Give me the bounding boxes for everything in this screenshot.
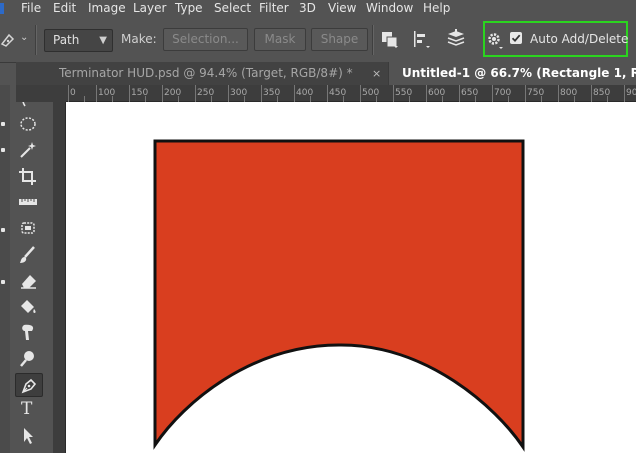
menu-3d[interactable]: 3D: [299, 0, 316, 17]
toolbox-column-fragment: [1, 148, 5, 152]
crop-icon: [19, 168, 36, 185]
ruler-tick: [492, 85, 493, 102]
spot-healing-tool[interactable]: [15, 217, 41, 239]
menu-edit[interactable]: Edit: [53, 0, 76, 17]
ruler-corner: [16, 85, 66, 102]
make-mask-button[interactable]: Mask: [254, 28, 306, 51]
ruler-label: 0: [70, 88, 76, 98]
make-shape-button[interactable]: Shape: [311, 28, 368, 51]
tool-mode-select[interactable]: Path ▼: [44, 29, 113, 52]
toolbox-column-fragment: [1, 280, 5, 284]
paint-bucket-icon: [21, 300, 36, 313]
make-selection-button[interactable]: Selection...: [163, 28, 248, 51]
ruler-tick: [195, 85, 196, 102]
ruler-tick: [360, 85, 361, 102]
ruler-tick: [459, 85, 460, 102]
document-canvas[interactable]: [66, 102, 636, 453]
ruler-tick: [96, 85, 97, 102]
vertical-ruler[interactable]: [53, 102, 66, 453]
ruler-tick: [558, 85, 559, 102]
path-arrangement-icon[interactable]: [445, 28, 467, 54]
tab-label: Terminator HUD.psd @ 94.4% (Target, RGB/…: [59, 66, 353, 80]
ruler-tick: [261, 85, 262, 102]
divider: [372, 25, 374, 55]
tab-terminator-hud[interactable]: Terminator HUD.psd @ 94.4% (Target, RGB/…: [16, 62, 388, 85]
divider: [35, 25, 37, 55]
chevron-down-icon: ▼: [99, 35, 107, 46]
paint-bucket-tool[interactable]: [15, 295, 41, 317]
ruler-tick: [162, 85, 163, 102]
menu-view[interactable]: View: [328, 0, 356, 17]
crop-tool[interactable]: [15, 165, 41, 187]
ruler-icon: [19, 199, 37, 205]
menu-file[interactable]: File: [21, 0, 41, 17]
close-icon[interactable]: ×: [372, 62, 381, 85]
menu-layer[interactable]: Layer: [133, 0, 166, 17]
ruler-tick: [426, 85, 427, 102]
spot-healing-icon: [21, 222, 35, 234]
rectangle-1-shape[interactable]: [153, 139, 525, 452]
type-tool[interactable]: T: [15, 399, 41, 421]
ruler-tick: [624, 85, 625, 102]
ruler-tick: [525, 85, 526, 102]
toolbox-column-fragment: [1, 228, 5, 232]
brush-tool[interactable]: [15, 243, 41, 265]
path-selection-icon: [24, 428, 33, 444]
app-icon-edge: [0, 3, 4, 14]
ruler-label: 900: [626, 88, 636, 98]
ruler-tick: [393, 85, 394, 102]
toolbox-edge: [0, 85, 10, 453]
type-icon: T: [21, 399, 33, 419]
brush-icon: [20, 246, 35, 263]
magic-wand-icon: [20, 142, 36, 158]
gear-icon[interactable]: [486, 30, 504, 54]
pen-icon: [21, 378, 37, 394]
document-artwork: [153, 139, 525, 452]
ruler-tick: [591, 85, 592, 102]
auto-add-delete-checkbox[interactable]: [510, 32, 522, 44]
smudge-tool[interactable]: [15, 321, 41, 343]
ruler-tick: [129, 85, 130, 102]
menu-help[interactable]: Help: [423, 0, 450, 17]
menu-image[interactable]: Image: [88, 0, 126, 17]
tab-label: Untitled-1 @ 66.7% (Rectangle 1, RGB: [402, 66, 636, 80]
menu-type[interactable]: Type: [175, 0, 203, 17]
path-selection-tool[interactable]: [15, 424, 41, 446]
dodge-icon: [20, 351, 34, 367]
path-operations-icon[interactable]: [380, 30, 400, 54]
tab-untitled-1[interactable]: Untitled-1 @ 66.7% (Rectangle 1, RGB: [389, 62, 636, 85]
ruler-tool[interactable]: [15, 191, 41, 213]
path-alignment-icon[interactable]: [412, 30, 432, 54]
eraser-tool[interactable]: [15, 269, 41, 291]
menu-bar: File Edit Image Layer Type Select Filter…: [0, 0, 636, 17]
menu-select[interactable]: Select: [214, 0, 251, 17]
horizontal-ruler[interactable]: 0 100 150 200 250 300 350 400 450 500 550 600 650 700…: [66, 85, 636, 102]
smudge-icon: [22, 324, 34, 340]
ruler-tick: [228, 85, 229, 102]
pen-tool[interactable]: [15, 373, 43, 397]
options-bar: ⌄ Path ▼ Make: Selection... Mask Shape A…: [0, 17, 636, 63]
tool-mode-value: Path: [53, 33, 80, 47]
chevron-down-icon[interactable]: ⌄: [20, 32, 28, 43]
menu-window[interactable]: Window: [366, 0, 413, 17]
ellipse-marquee-tool[interactable]: [15, 113, 41, 135]
magic-wand-tool[interactable]: [15, 138, 41, 160]
auto-add-delete-label[interactable]: Auto Add/Delete: [530, 32, 628, 46]
menu-filter[interactable]: Filter: [259, 0, 289, 17]
make-label: Make:: [121, 32, 157, 46]
document-tabs: Terminator HUD.psd @ 94.4% (Target, RGB/…: [16, 62, 636, 85]
eraser-icon: [21, 275, 36, 289]
dodge-tool[interactable]: [15, 347, 41, 369]
ellipse-marquee-icon: [20, 117, 36, 131]
pen-preset-icon[interactable]: [0, 31, 18, 51]
ruler-tick: [294, 85, 295, 102]
ruler-tick: [327, 85, 328, 102]
toolbox-column-fragment: [1, 122, 5, 126]
ruler-tick: [68, 85, 69, 102]
